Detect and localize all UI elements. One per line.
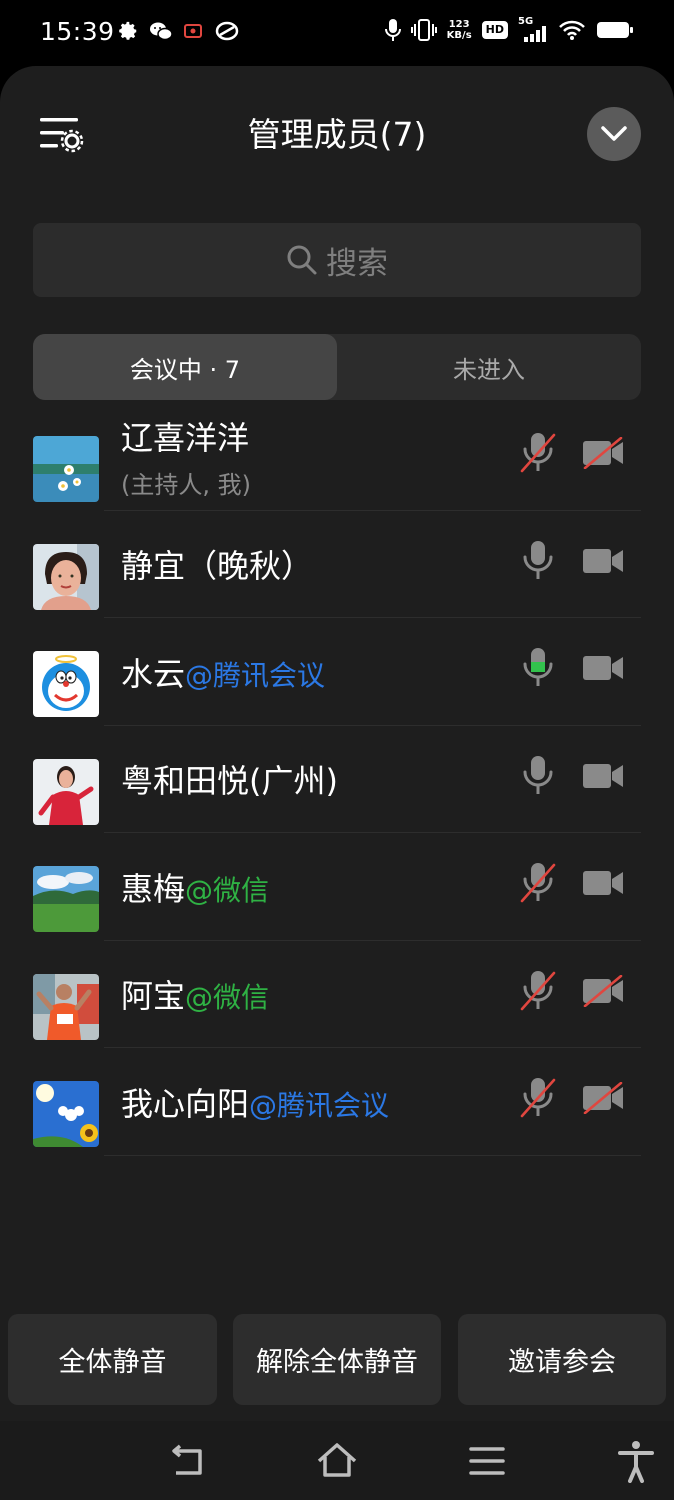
- member-tabs: 会议中 · 7 未进入: [33, 334, 641, 400]
- camera-off-icon[interactable]: [582, 436, 624, 470]
- member-name-block: 我心向阳@腾讯会议: [121, 1048, 389, 1156]
- search-placeholder: 搜索: [326, 245, 388, 282]
- status-bar: 15:39 123 KB/s HD 5G: [0, 0, 674, 66]
- member-row[interactable]: 水云@腾讯会议: [0, 618, 674, 726]
- camera-icon[interactable]: [582, 545, 624, 577]
- manage-members-sheet: 管理成员(7) 搜索 会议中 · 7 未进入 辽喜洋洋 (主持人, 我) 静宜（晚秋…: [0, 66, 674, 1421]
- member-name: 静宜（晚秋）: [121, 547, 314, 586]
- member-name: 我心向阳: [121, 1084, 250, 1123]
- back-icon[interactable]: [166, 1439, 210, 1483]
- woman-red-avatar: [33, 758, 99, 825]
- member-source-tag: @微信: [185, 873, 270, 907]
- wechat-icon: [150, 22, 173, 41]
- system-nav-bar: [0, 1421, 674, 1500]
- hd-badge: HD: [481, 21, 508, 39]
- signal-5g-icon: 5G: [518, 16, 548, 42]
- member-row[interactable]: 静宜（晚秋）: [0, 511, 674, 619]
- search-icon: [287, 245, 317, 275]
- member-name-block: 惠梅@微信: [121, 833, 269, 941]
- member-list: 辽喜洋洋 (主持人, 我) 静宜（晚秋） 水云@腾讯会议 粤和田悦(广州) 惠梅@微信 阿宝…: [0, 403, 674, 1156]
- camera-off-icon[interactable]: [582, 974, 624, 1007]
- member-name-line: 阿宝@微信: [121, 971, 269, 1017]
- mic-muted-icon[interactable]: [520, 431, 556, 475]
- member-name-block: 静宜（晚秋）: [121, 511, 313, 619]
- vibrate-icon: [410, 19, 437, 41]
- member-name: 水云: [121, 654, 186, 693]
- member-name-line: 粤和田悦(广州): [121, 756, 338, 802]
- member-name: 阿宝: [121, 977, 186, 1016]
- member-name-line: 我心向阳@腾讯会议: [121, 1079, 389, 1125]
- search-input[interactable]: 搜索: [33, 223, 641, 297]
- member-row[interactable]: 辽喜洋洋 (主持人, 我): [0, 403, 674, 511]
- member-name-block: 粤和田悦(广州): [121, 726, 338, 834]
- mic-muted-icon[interactable]: [520, 1076, 556, 1120]
- net-speed-value: 123: [448, 19, 470, 30]
- member-role: (主持人, 我): [121, 471, 251, 500]
- mic-icon[interactable]: [520, 754, 556, 798]
- doraemon-avatar: [33, 651, 99, 717]
- tab-in-meeting[interactable]: 会议中 · 7: [33, 334, 337, 400]
- runner-avatar: [33, 973, 99, 1040]
- collapse-button[interactable]: [587, 107, 641, 161]
- invite-button[interactable]: 邀请参会: [458, 1314, 666, 1405]
- mic-status-icon: [384, 19, 401, 41]
- member-name: 辽喜洋洋: [121, 419, 250, 458]
- member-name-block: 辽喜洋洋 (主持人, 我): [121, 403, 251, 511]
- camera-icon[interactable]: [582, 867, 624, 899]
- member-source-tag: @腾讯会议: [249, 1088, 390, 1122]
- camera-icon[interactable]: [582, 760, 624, 792]
- camera-icon[interactable]: [582, 652, 624, 684]
- mic-muted-icon[interactable]: [520, 969, 556, 1013]
- member-name-block: 阿宝@微信: [121, 941, 269, 1049]
- member-row[interactable]: 我心向阳@腾讯会议: [0, 1048, 674, 1156]
- member-name-line: 辽喜洋洋: [121, 413, 251, 459]
- member-name-line: 水云@腾讯会议: [121, 649, 325, 695]
- battery-icon: [597, 22, 633, 38]
- status-left-icons: [117, 20, 239, 42]
- accessibility-icon[interactable]: [614, 1439, 658, 1483]
- lake-flowers-avatar: [33, 436, 99, 502]
- mic-icon[interactable]: [520, 539, 556, 583]
- swirl-app-icon: [215, 21, 239, 41]
- mic-muted-icon[interactable]: [520, 861, 556, 905]
- settings-icon: [119, 21, 137, 40]
- green-landscape-avatar: [33, 866, 99, 932]
- tab-not-joined[interactable]: 未进入: [337, 334, 641, 400]
- screen-record-icon: [184, 24, 202, 38]
- member-row[interactable]: 阿宝@微信: [0, 941, 674, 1049]
- member-name: 粤和田悦(广州): [121, 762, 338, 801]
- camera-off-icon[interactable]: [582, 1081, 624, 1115]
- unmute-all-button[interactable]: 解除全体静音: [233, 1314, 441, 1405]
- status-time: 15:39: [40, 17, 115, 46]
- recents-menu-icon[interactable]: [465, 1439, 509, 1483]
- sunflower-sky-avatar: [33, 1081, 99, 1147]
- member-row[interactable]: 惠梅@微信: [0, 833, 674, 941]
- chevron-down-icon: [601, 126, 627, 141]
- page-title: 管理成员(7): [247, 115, 427, 154]
- mic-speaking-icon[interactable]: [520, 646, 556, 690]
- member-name-line: 惠梅@微信: [121, 864, 269, 910]
- member-name: 惠梅: [121, 869, 186, 908]
- status-right-icons: 123 KB/s HD 5G: [384, 16, 634, 42]
- wifi-icon: [559, 20, 585, 40]
- net-speed-unit: KB/s: [446, 30, 472, 41]
- member-name-block: 水云@腾讯会议: [121, 618, 325, 726]
- bottom-action-bar: 全体静音 解除全体静音 邀请参会: [0, 1298, 674, 1421]
- member-row[interactable]: 粤和田悦(广州): [0, 726, 674, 834]
- mute-all-button[interactable]: 全体静音: [8, 1314, 217, 1405]
- member-source-tag: @微信: [185, 981, 270, 1015]
- row-divider: [104, 1154, 641, 1156]
- member-source-tag: @腾讯会议: [185, 658, 326, 692]
- net-speed: 123 KB/s: [447, 19, 472, 41]
- member-name-line: 静宜（晚秋）: [121, 541, 313, 587]
- woman-portrait-avatar: [33, 543, 99, 610]
- home-icon[interactable]: [315, 1439, 359, 1483]
